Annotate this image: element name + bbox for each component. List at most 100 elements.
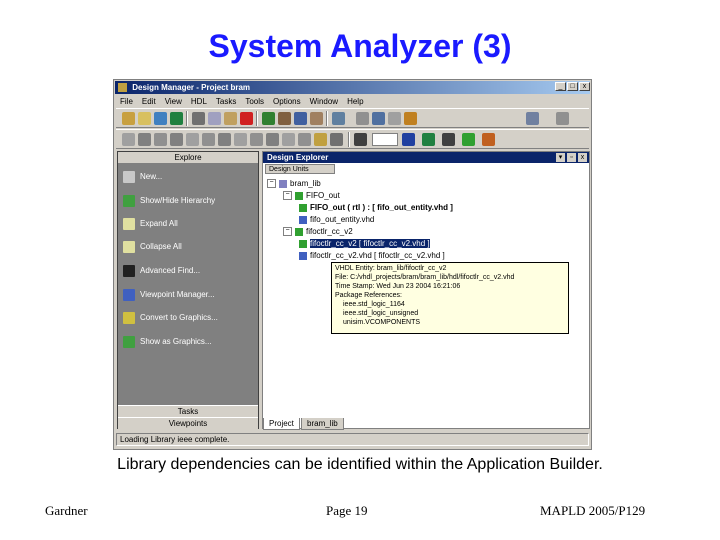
new-icon[interactable] [122,112,135,125]
menu-hdl[interactable]: HDL [191,97,207,106]
text-file-icon[interactable] [298,133,311,146]
component-icon[interactable] [202,133,215,146]
package-icon[interactable] [138,133,151,146]
design-units-column-header[interactable]: Design Units [265,164,335,174]
architecture-icon [299,203,307,212]
tree-item-fifo-out-entity-file[interactable]: fifo_out_entity.vhd [299,214,374,225]
tool-icon[interactable] [314,133,327,146]
collapse-toggle-icon[interactable]: − [283,227,292,237]
help-icon[interactable] [404,112,417,125]
menu-tasks[interactable]: Tasks [216,97,236,106]
flow-icon[interactable] [462,133,475,146]
synthesize-icon[interactable] [402,133,415,146]
explore-item-viewpoint-manager[interactable]: Viewpoint Manager... [123,288,215,302]
library-icon[interactable] [122,133,135,146]
toolbar-main [116,108,589,128]
explore-item-new[interactable]: New... [123,170,162,184]
tooltip-timestamp: Time Stamp: Wed Jun 23 2004 16:21:06 [335,283,461,290]
status-bar: Loading Library ieee complete. [116,433,589,446]
task-dropdown[interactable] [372,133,398,146]
explore-item-convert-to-graphics[interactable]: Convert to Graphics... [123,311,218,325]
grid-icon[interactable] [526,112,539,125]
toolbar-tasks [116,129,589,149]
design-explorer-panel: Design Explorer ▾ ▫ x Design Units − bram… [262,151,590,429]
close-button[interactable]: x [579,82,590,91]
tooltip-package-references: Package References: [335,292,402,299]
tree-item-fifoctlr[interactable]: − fifoctlr_cc_v2 [283,226,353,237]
menu-help[interactable]: Help [347,97,363,106]
collapse-all-icon [123,240,135,253]
tab-bram-lib[interactable]: bram_lib [301,418,344,430]
design-explorer-title: Design Explorer [263,152,589,163]
window-arrange-icon[interactable] [556,112,569,125]
tasks-bar[interactable]: Tasks [118,405,258,417]
properties-icon[interactable] [310,112,323,125]
flowchart-icon[interactable] [234,133,247,146]
settings-icon[interactable] [330,133,343,146]
expand-all-icon [123,217,135,230]
tree-item-fifo-out[interactable]: − FIFO_out [283,190,340,201]
open-icon[interactable] [138,112,151,125]
binoculars-icon [123,264,135,277]
run-icon[interactable] [422,133,435,146]
tooltip-package-ref: unisim.VCOMPONENTS [343,319,421,326]
vhdl-file-icon [299,215,307,224]
statemachine-icon[interactable] [218,133,231,146]
table-icon[interactable] [372,112,385,125]
menu-tools[interactable]: Tools [245,97,264,106]
app-icon [118,83,127,92]
sort-icon[interactable] [356,112,369,125]
modelsim-icon[interactable] [442,133,455,146]
delete-icon[interactable] [240,112,253,125]
explore-item-label: Show/Hide Hierarchy [140,196,216,205]
menu-options[interactable]: Options [273,97,301,106]
tooltip-package-ref: ieee.std_logic_unsigned [343,310,419,317]
interface-icon[interactable] [266,133,279,146]
viewpoints-bar[interactable]: Viewpoints [118,417,258,429]
tree-item-fifoctlr-arch[interactable]: fifoctlr_cc_v2 [ fifoctlr_cc_v2.vhd ] [299,238,430,249]
truthtable-icon[interactable] [250,133,263,146]
explore-item-expand-all[interactable]: Expand All [123,217,178,231]
collapse-toggle-icon[interactable]: − [267,179,276,189]
list-view-icon[interactable] [332,112,345,125]
copy-icon[interactable] [208,112,221,125]
block-icon[interactable] [186,133,199,146]
globe-icon[interactable] [170,112,183,125]
paste-icon[interactable] [224,112,237,125]
explore-item-show-as-graphics[interactable]: Show as Graphics... [123,335,212,349]
panel-restore-button[interactable]: ▫ [567,153,576,162]
design-manager-window: Design Manager - Project bram _ □ x File… [113,79,592,450]
explore-item-advanced-find[interactable]: Advanced Find... [123,264,200,278]
testbench-icon[interactable] [282,133,295,146]
maximize-button[interactable]: □ [567,82,578,91]
entity-icon[interactable] [154,133,167,146]
explore-header[interactable]: Explore [118,152,258,163]
tree-item-fifoctlr-file[interactable]: fifoctlr_cc_v2.vhd [ fifoctlr_cc_v2.vhd … [299,250,445,261]
tab-project[interactable]: Project [263,418,300,430]
collapse-toggle-icon[interactable]: − [283,191,292,201]
simulate-icon[interactable] [354,133,367,146]
cut-icon[interactable] [192,112,205,125]
window-titlebar[interactable]: Design Manager - Project bram [115,81,590,94]
panel-menu-button[interactable]: ▾ [556,153,565,162]
convert-graphics-icon [123,311,135,324]
tree-item-bram-lib[interactable]: − bram_lib [267,178,321,189]
save-icon[interactable] [154,112,167,125]
panel-close-button[interactable]: x [578,153,587,162]
architecture-icon[interactable] [170,133,183,146]
menu-window[interactable]: Window [310,97,338,106]
hierarchy-icon[interactable] [262,112,275,125]
explore-item-show-hide-hierarchy[interactable]: Show/Hide Hierarchy [123,194,215,208]
report-icon[interactable] [482,133,495,146]
minimize-button[interactable]: _ [555,82,566,91]
menu-view[interactable]: View [165,97,182,106]
menu-edit[interactable]: Edit [142,97,156,106]
new-icon [123,170,135,183]
explore-item-collapse-all[interactable]: Collapse All [123,240,182,254]
filter-icon[interactable] [388,112,401,125]
tree-item-fifo-out-rtl[interactable]: FIFO_out ( rtl ) : [ fifo_out_entity.vhd… [299,202,453,213]
edit-icon[interactable] [278,112,291,125]
menu-file[interactable]: File [120,97,133,106]
tree-label: fifoctlr_cc_v2 [306,227,353,236]
compile-icon[interactable] [294,112,307,125]
